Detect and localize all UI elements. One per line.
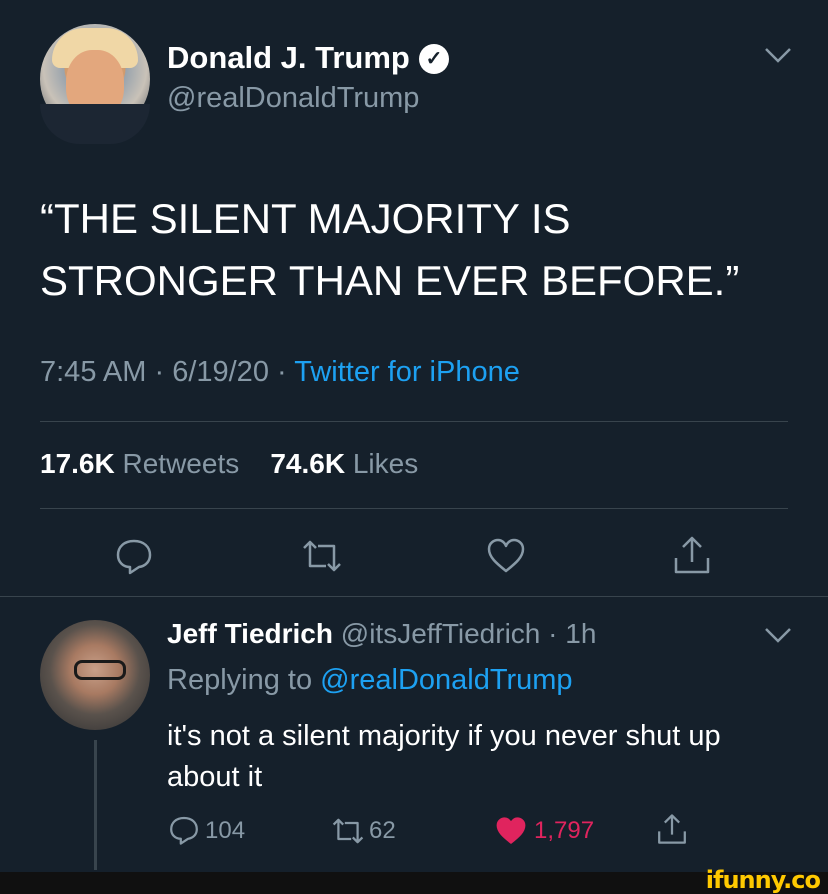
- share-icon[interactable]: [656, 812, 688, 846]
- replying-prefix: Replying to: [167, 664, 313, 696]
- author-handle[interactable]: @realDonaldTrump: [167, 82, 419, 115]
- likes-label: Likes: [352, 448, 419, 479]
- likes-stat[interactable]: 74.6K Likes: [270, 448, 418, 479]
- verified-badge-icon: ✓: [419, 44, 449, 74]
- author-name[interactable]: Donald J. Trump: [167, 40, 410, 76]
- ifunny-watermark: ifunny.co: [705, 866, 821, 894]
- thread-line: [94, 740, 97, 870]
- reply-age: · 1h: [548, 618, 597, 649]
- meta-separator: ·: [268, 356, 295, 388]
- reply-author-handle[interactable]: @itsJeffTiedrich: [341, 618, 541, 649]
- divider: [0, 596, 828, 597]
- like-icon[interactable]: [494, 815, 528, 847]
- share-icon[interactable]: [672, 534, 712, 576]
- retweet-icon[interactable]: [330, 815, 366, 847]
- like-icon[interactable]: [486, 536, 526, 576]
- avatar-glasses: [74, 660, 126, 680]
- tweet-date: 6/19/20: [172, 356, 269, 388]
- replying-to-link[interactable]: @realDonaldTrump: [320, 664, 572, 696]
- replying-to: Replying to @realDonaldTrump: [167, 664, 573, 697]
- like-count: 1,797: [534, 817, 595, 844]
- tweet-stats: 17.6K Retweets 74.6K Likes: [40, 448, 418, 480]
- retweet-count: 62: [369, 817, 396, 844]
- tweet-text: “THE SILENT MAJORITY IS STRONGER THAN EV…: [40, 195, 740, 304]
- watermark-bar: [0, 872, 828, 894]
- retweets-count: 17.6K: [40, 448, 115, 479]
- chevron-down-icon[interactable]: [764, 624, 792, 650]
- reply-count: 104: [205, 817, 246, 844]
- divider: [40, 421, 788, 422]
- reply-author-name[interactable]: Jeff Tiedrich: [167, 618, 333, 649]
- tweet-meta: 7:45 AM · 6/19/20 · Twitter for iPhone: [40, 356, 520, 389]
- tweet-time: 7:45 AM: [40, 356, 147, 388]
- divider: [40, 508, 788, 509]
- reply-icon[interactable]: [114, 536, 154, 576]
- tweet-source-link[interactable]: Twitter for iPhone: [294, 356, 520, 388]
- retweet-icon[interactable]: [300, 536, 344, 576]
- reply-author-line: Jeff Tiedrich @itsJeffTiedrich · 1h: [167, 618, 596, 650]
- reply-icon[interactable]: [168, 814, 200, 846]
- retweets-stat[interactable]: 17.6K Retweets: [40, 448, 239, 479]
- reply-text: it's not a silent majority if you never …: [167, 720, 721, 793]
- avatar-suit: [40, 104, 150, 144]
- meta-separator: ·: [146, 356, 173, 388]
- likes-count: 74.6K: [270, 448, 346, 479]
- chevron-down-icon[interactable]: [764, 44, 792, 70]
- retweets-label: Retweets: [122, 448, 240, 479]
